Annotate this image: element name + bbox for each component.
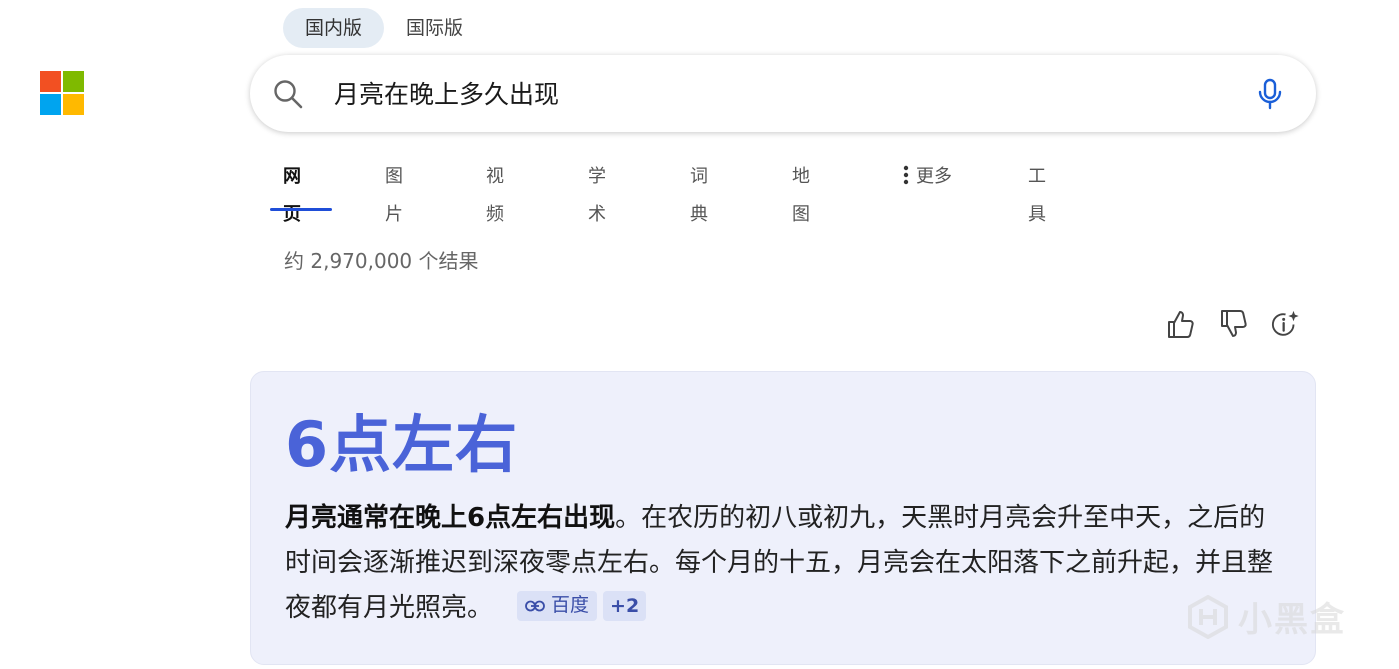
nav-dictionary[interactable]: 词典 — [690, 158, 708, 225]
microsoft-logo[interactable] — [40, 71, 84, 115]
nav-active-underline — [270, 208, 332, 211]
nav-tools[interactable]: 工具 — [1028, 158, 1046, 225]
logo-square-red — [40, 71, 61, 92]
nav-images[interactable]: 图片 — [385, 158, 403, 225]
heybox-logo — [1188, 594, 1228, 639]
answer-text: 月亮通常在晚上6点左右出现。在农历的初八或初九，天黑时月亮会升至中天，之后的时间… — [285, 496, 1285, 631]
microphone-icon[interactable] — [1256, 78, 1284, 110]
thumbs-down-icon[interactable] — [1218, 308, 1248, 340]
logo-square-green — [63, 71, 84, 92]
answer-bold-lead: 月亮通常在晚上6点左右出现 — [285, 503, 616, 533]
search-input[interactable] — [334, 74, 1214, 116]
nav-more-label: 更多 — [916, 166, 952, 187]
nav-webpage[interactable]: 网页 — [283, 158, 301, 225]
citation-chip[interactable]: 百度 — [517, 590, 598, 621]
tab-domestic[interactable]: 国内版 — [283, 8, 385, 48]
tab-international[interactable]: 国际版 — [384, 8, 485, 48]
citation-more[interactable]: +2 — [603, 590, 647, 621]
thumbs-up-icon[interactable] — [1165, 308, 1195, 340]
nav-maps[interactable]: 地图 — [792, 158, 810, 225]
nav-more[interactable]: 更多 — [902, 158, 952, 196]
result-count: 约 2,970,000 个结果 — [284, 249, 479, 273]
link-icon — [525, 600, 545, 611]
logo-square-blue — [40, 94, 61, 115]
nav-academic[interactable]: 学术 — [588, 158, 606, 225]
answer-title: 6点左右 — [285, 408, 519, 481]
nav-videos[interactable]: 视频 — [486, 158, 504, 225]
search-icon[interactable] — [272, 78, 304, 110]
ai-info-icon[interactable] — [1271, 308, 1301, 340]
citation-source: 百度 — [551, 594, 590, 616]
watermark-text: 小黑盒 — [1238, 600, 1346, 640]
logo-square-yellow — [63, 94, 84, 115]
region-tabs: 国内版 国际版 — [283, 8, 485, 48]
heybox-watermark: 小黑盒 — [1186, 592, 1346, 641]
kebab-icon — [903, 165, 909, 185]
